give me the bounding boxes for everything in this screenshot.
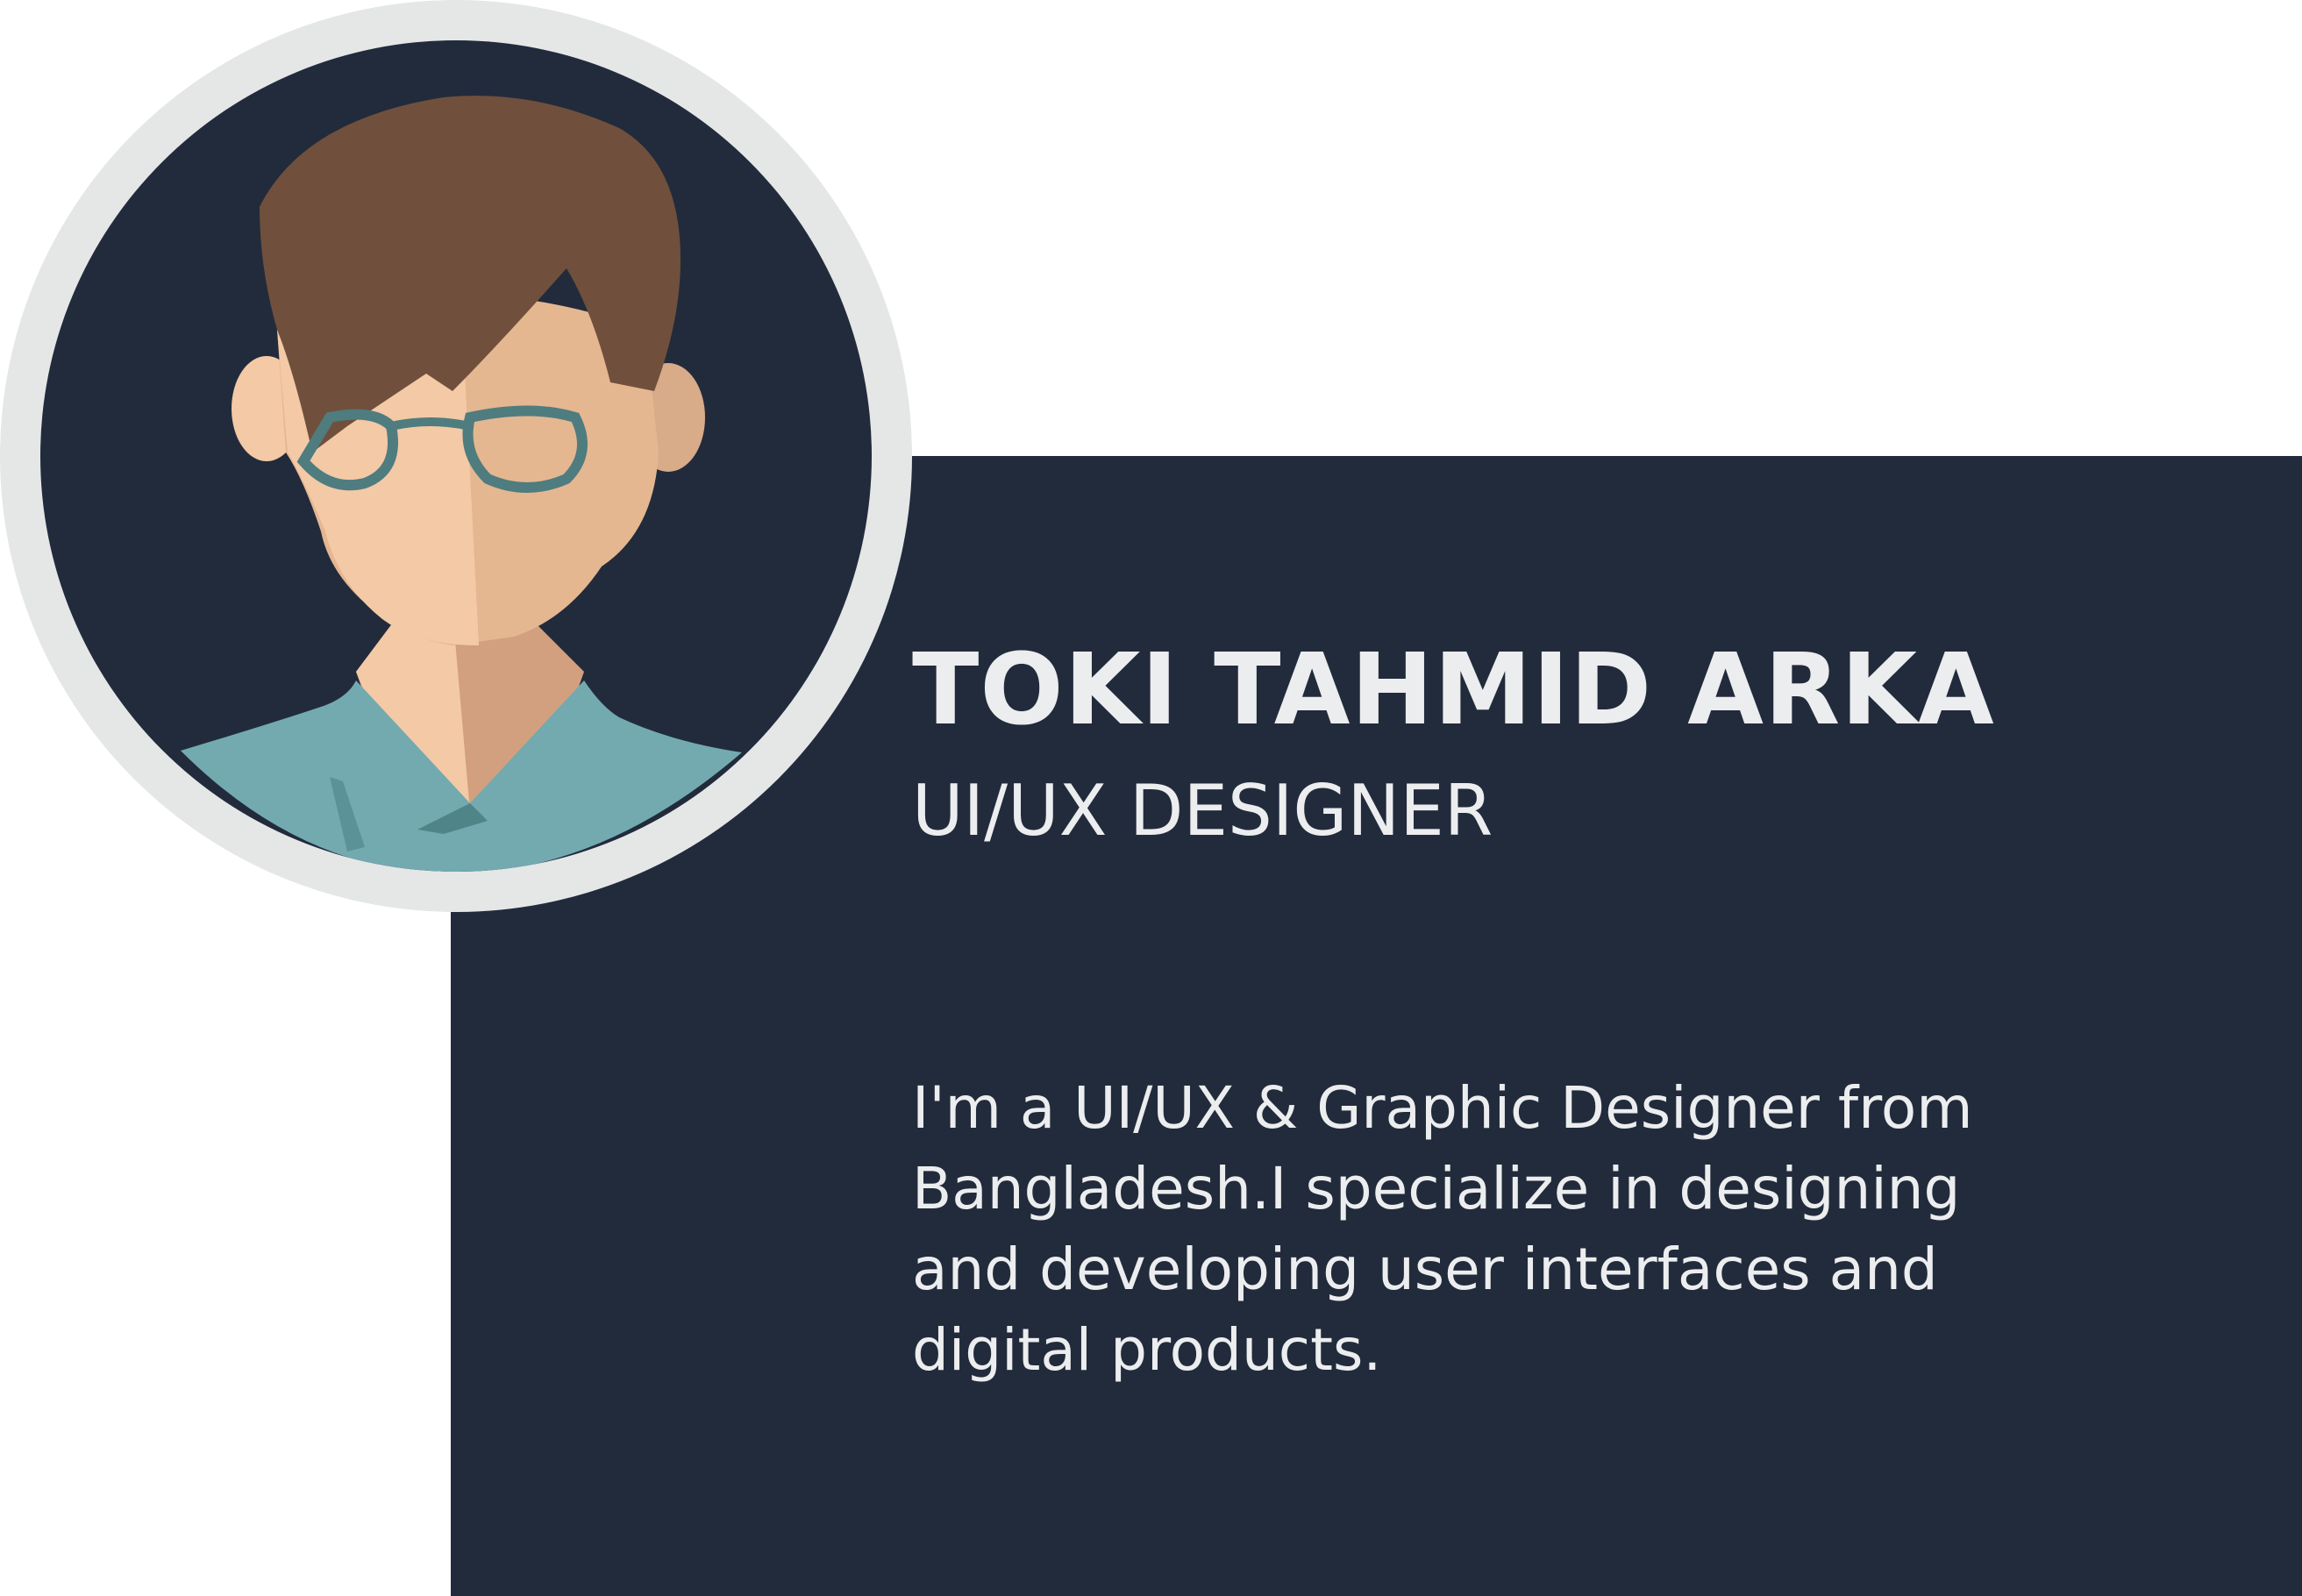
avatar — [0, 0, 912, 912]
profile-name: TOKI TAHMID ARKA — [912, 633, 1995, 747]
person-avatar-icon — [181, 96, 742, 872]
avatar-background — [40, 40, 872, 872]
profile-role: UI/UX DESIGNER — [912, 770, 1493, 851]
profile-bio: I'm a UI/UX & Graphic Designer from Bang… — [912, 1074, 1973, 1384]
